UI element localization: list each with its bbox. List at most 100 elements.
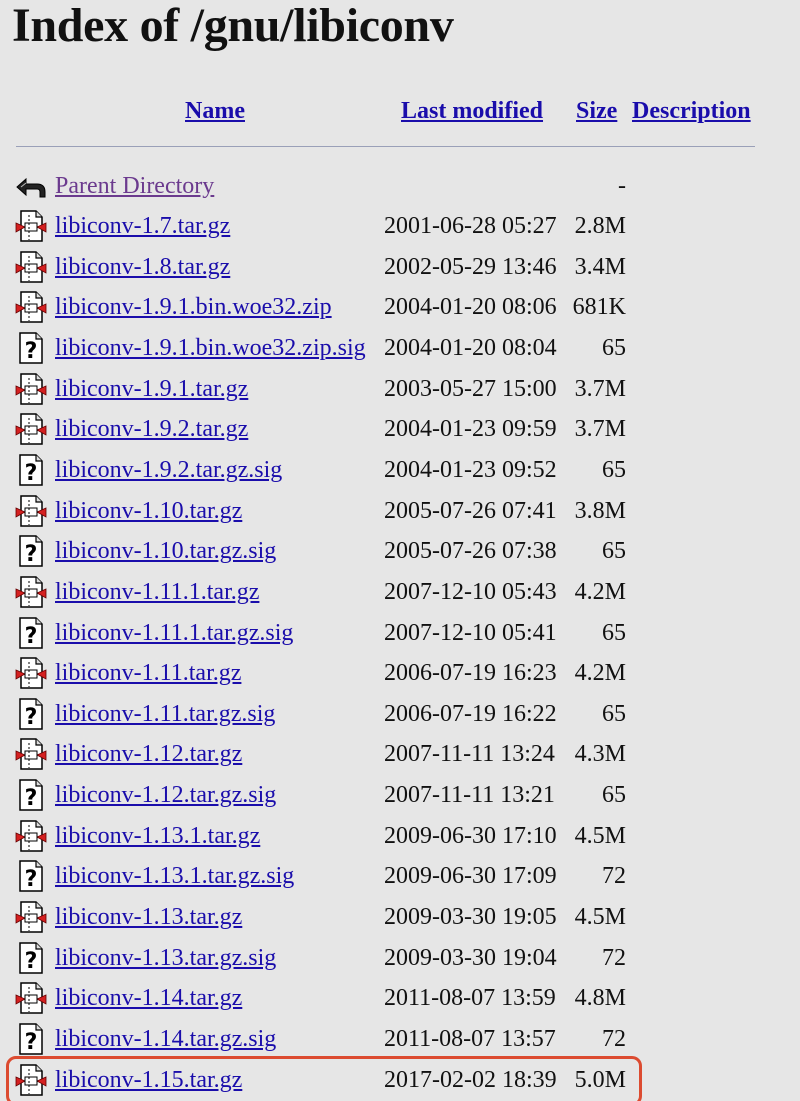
file-date: 2005-07-26 07:38 bbox=[384, 538, 557, 565]
file-size: 65 bbox=[602, 782, 626, 809]
file-date: 2004-01-20 08:04 bbox=[384, 334, 557, 361]
file-row: libiconv-1.11.tar.gz.sig 2006-07-19 16:22… bbox=[0, 694, 800, 734]
file-date: 2009-06-30 17:09 bbox=[384, 863, 557, 890]
file-row: libiconv-1.9.1.bin.woe32.zip.sig 2004-01-… bbox=[0, 328, 800, 368]
file-size: 3.4M bbox=[574, 253, 626, 280]
back-icon bbox=[15, 170, 47, 202]
file-row: libiconv-1.13.tar.gz 2009-03-30 19:05 4.5M bbox=[0, 897, 800, 937]
file-size: 4.3M bbox=[574, 741, 626, 768]
archive-icon bbox=[15, 495, 47, 527]
column-header-description[interactable]: Description bbox=[632, 96, 751, 126]
file-row: libiconv-1.12.tar.gz.sig 2007-11-11 13:21… bbox=[0, 775, 800, 815]
parent-size: - bbox=[618, 173, 626, 199]
file-link[interactable]: libiconv-1.9.2.tar.gz bbox=[55, 409, 248, 449]
file-size: 3.8M bbox=[574, 497, 626, 524]
file-date: 2005-07-26 07:41 bbox=[384, 497, 557, 524]
file-row: libiconv-1.9.1.bin.woe32.zip 2004-01-20 0… bbox=[0, 287, 800, 327]
archive-icon bbox=[15, 901, 47, 933]
archive-icon bbox=[15, 291, 47, 323]
file-date: 2011-08-07 13:59 bbox=[384, 985, 556, 1012]
file-size: 65 bbox=[602, 538, 626, 565]
file-link[interactable]: libiconv-1.9.1.bin.woe32.zip.sig bbox=[55, 328, 366, 368]
archive-icon bbox=[15, 576, 47, 608]
file-link[interactable]: libiconv-1.7.tar.gz bbox=[55, 206, 230, 246]
file-size: 65 bbox=[602, 334, 626, 361]
file-row: libiconv-1.10.tar.gz.sig 2005-07-26 07:38… bbox=[0, 531, 800, 571]
file-link[interactable]: libiconv-1.9.2.tar.gz.sig bbox=[55, 450, 282, 490]
file-link[interactable]: libiconv-1.9.1.tar.gz bbox=[55, 369, 248, 409]
file-link[interactable]: libiconv-1.11.tar.gz bbox=[55, 653, 241, 693]
file-row: libiconv-1.11.1.tar.gz.sig 2007-12-10 05:… bbox=[0, 613, 800, 653]
file-date: 2001-06-28 05:27 bbox=[384, 213, 557, 239]
file-link[interactable]: libiconv-1.11.1.tar.gz bbox=[55, 572, 259, 612]
archive-icon bbox=[15, 982, 47, 1014]
file-date: 2004-01-23 09:52 bbox=[384, 456, 557, 483]
file-date: 2006-07-19 16:22 bbox=[384, 700, 557, 727]
unknown-icon bbox=[15, 860, 47, 892]
file-link[interactable]: libiconv-1.13.1.tar.gz.sig bbox=[55, 856, 294, 896]
column-header-last-modified[interactable]: Last modified bbox=[401, 96, 543, 126]
file-date: 2009-03-30 19:05 bbox=[384, 904, 557, 931]
file-link[interactable]: libiconv-1.11.1.tar.gz.sig bbox=[55, 613, 293, 653]
file-size: 4.5M bbox=[574, 822, 626, 849]
file-size: 2.8M bbox=[574, 213, 626, 239]
file-size: 3.7M bbox=[574, 375, 626, 402]
archive-icon bbox=[15, 413, 47, 445]
file-size: 4.2M bbox=[574, 660, 626, 687]
unknown-icon bbox=[15, 1023, 47, 1055]
file-link[interactable]: libiconv-1.13.1.tar.gz bbox=[55, 816, 260, 856]
archive-icon bbox=[15, 210, 47, 242]
file-link[interactable]: libiconv-1.12.tar.gz bbox=[55, 734, 242, 774]
file-size: 72 bbox=[602, 1026, 626, 1052]
file-size: 65 bbox=[602, 619, 626, 646]
file-link[interactable]: libiconv-1.12.tar.gz.sig bbox=[55, 775, 276, 815]
file-link[interactable]: libiconv-1.8.tar.gz bbox=[55, 247, 230, 287]
file-row: libiconv-1.13.1.tar.gz 2009-06-30 17:10 4.… bbox=[0, 816, 800, 856]
page-title: Index of /gnu/libiconv bbox=[12, 0, 454, 52]
file-date: 2007-11-11 13:21 bbox=[384, 782, 555, 809]
file-size: 4.8M bbox=[574, 985, 626, 1012]
file-link[interactable]: libiconv-1.11.tar.gz.sig bbox=[55, 694, 275, 734]
file-size: 4.5M bbox=[574, 904, 626, 931]
file-link[interactable]: libiconv-1.14.tar.gz.sig bbox=[55, 1019, 276, 1059]
file-date: 2007-12-10 05:41 bbox=[384, 619, 557, 646]
header-divider bbox=[16, 146, 755, 147]
archive-icon bbox=[15, 738, 47, 770]
unknown-icon bbox=[15, 617, 47, 649]
archive-icon bbox=[15, 251, 47, 283]
file-date: 2002-05-29 13:46 bbox=[384, 253, 557, 280]
file-link[interactable]: libiconv-1.13.tar.gz.sig bbox=[55, 938, 276, 978]
file-date: 2009-03-30 19:04 bbox=[384, 944, 557, 971]
file-row: libiconv-1.11.1.tar.gz 2007-12-10 05:43 4.… bbox=[0, 572, 800, 612]
file-date: 2006-07-19 16:23 bbox=[384, 660, 557, 687]
file-date: 2007-12-10 05:43 bbox=[384, 578, 557, 605]
unknown-icon bbox=[15, 779, 47, 811]
file-size: 72 bbox=[602, 863, 626, 890]
file-link[interactable]: libiconv-1.9.1.bin.woe32.zip bbox=[55, 287, 332, 327]
file-link[interactable]: libiconv-1.13.tar.gz bbox=[55, 897, 242, 937]
parent-directory-row: Parent Directory - bbox=[0, 166, 800, 206]
file-size: 72 bbox=[602, 944, 626, 971]
file-row: libiconv-1.13.tar.gz.sig 2009-03-30 19:04… bbox=[0, 938, 800, 978]
archive-icon bbox=[15, 657, 47, 689]
file-size: 681K bbox=[572, 294, 626, 321]
column-header-name[interactable]: Name bbox=[185, 96, 245, 126]
file-row: libiconv-1.11.tar.gz 2006-07-19 16:23 4.2M bbox=[0, 653, 800, 693]
file-row: libiconv-1.14.tar.gz 2011-08-07 13:59 4.8M bbox=[0, 978, 800, 1018]
file-row: libiconv-1.13.1.tar.gz.sig 2009-06-30 17:… bbox=[0, 856, 800, 896]
archive-icon bbox=[15, 820, 47, 852]
file-link[interactable]: libiconv-1.10.tar.gz bbox=[55, 491, 242, 531]
file-row: libiconv-1.8.tar.gz 2002-05-29 13:46 3.4M bbox=[0, 247, 800, 287]
column-header-size[interactable]: Size bbox=[576, 96, 617, 126]
file-row: libiconv-1.7.tar.gz 2001-06-28 05:27 2.8M bbox=[0, 206, 800, 246]
file-row: libiconv-1.10.tar.gz 2005-07-26 07:41 3.8M bbox=[0, 491, 800, 531]
file-link[interactable]: libiconv-1.14.tar.gz bbox=[55, 978, 242, 1018]
file-link[interactable]: libiconv-1.10.tar.gz.sig bbox=[55, 531, 276, 571]
file-size: 65 bbox=[602, 700, 626, 727]
file-row: libiconv-1.9.1.tar.gz 2003-05-27 15:00 3.7… bbox=[0, 369, 800, 409]
parent-directory-link[interactable]: Parent Directory bbox=[55, 166, 214, 206]
file-date: 2004-01-23 09:59 bbox=[384, 416, 557, 443]
file-date: 2011-08-07 13:57 bbox=[384, 1026, 556, 1052]
file-date: 2004-01-20 08:06 bbox=[384, 294, 557, 321]
file-row: libiconv-1.12.tar.gz 2007-11-11 13:24 4.3M bbox=[0, 734, 800, 774]
